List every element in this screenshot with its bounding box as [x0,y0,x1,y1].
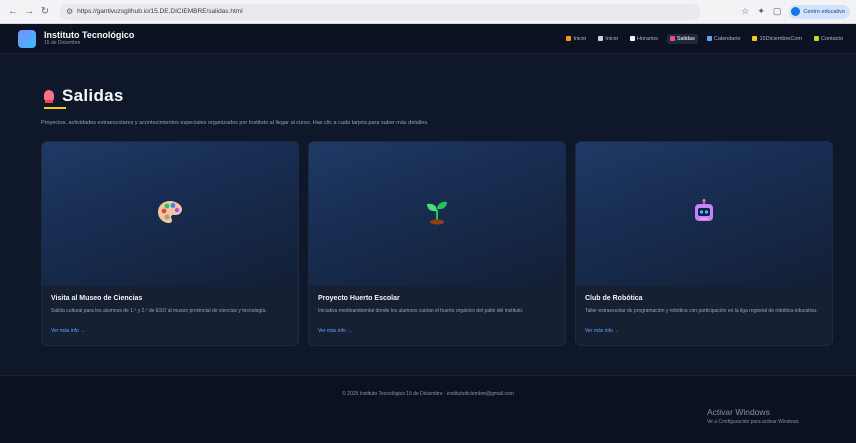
outing-card[interactable]: Club de Robótica Taller extraescolar de p… [575,141,833,346]
nav-icon [598,36,604,41]
card-body: Visita al Museo de Ciencias Salida cultur… [42,286,298,334]
nav-icon [630,36,636,41]
card-grid: Visita al Museo de Ciencias Salida cultur… [41,141,833,346]
profile-button[interactable]: Centro educativo [789,4,850,19]
watermark-subtitle: Ve a Configuración para activar Windows. [707,419,800,425]
nav-label: Inicio [605,35,619,42]
card-title: Club de Robótica [585,295,643,302]
address-bar[interactable]: ⚙ https://gantivuzsgithub.io/15.DE.DICIE… [60,3,700,20]
footer-text: © 2025 Instituto Tecnológico 15 de Dicie… [342,391,514,397]
brand-title: Instituto Tecnológico [44,30,135,40]
card-more-link[interactable]: Ver más info → [585,328,823,334]
nav-label: Salidas [676,35,695,42]
nav-label: 15DiciembreCom [759,35,802,42]
alarm-light-icon [44,89,54,103]
nav-label: Calendario [713,35,741,42]
nav-item-calendario[interactable]: Calendario [704,34,744,44]
card-body: Club de Robótica Taller extraescolar de p… [576,286,832,334]
card-text: Taller extraescolar de programación y ro… [585,308,818,314]
avatar [791,7,801,16]
card-title: Proyecto Huerto Escolar [318,295,400,302]
logo[interactable] [18,29,36,48]
card-media [42,142,298,286]
nav-label: Horarios [637,35,658,42]
page-description: Proyectos, actividades extraescolares y … [41,120,429,126]
card-text: Iniciativa medioambiental donde los alum… [318,308,524,314]
robot-icon [692,198,716,230]
profile-label: Centro educativo [803,8,845,15]
nav-item-horarios[interactable]: Horarios [627,34,661,44]
card-text: Salida cultural para los alumnos de 1.º … [51,308,267,314]
card-more-link[interactable]: Ver más info → [51,328,289,334]
nav-label: Inicio [573,35,587,42]
sidebar-icon[interactable]: ▢ [773,6,782,17]
main-nav: Inicio Inicio Horarios Salidas Calendario 15D… [563,33,846,44]
brand-subtitle: 15 de Diciembre [44,40,81,46]
seedling-icon [425,199,449,230]
card-media [576,142,832,286]
watermark-title: Activar Windows [707,407,770,417]
title-underline [44,107,66,109]
nav-icon [669,36,675,41]
nav-icon [813,36,819,41]
reload-icon[interactable]: ↻ [38,5,52,19]
nav-icon [752,36,758,41]
back-icon[interactable]: ← [6,5,20,19]
windows-watermark: Activar Windows Ve a Configuración para … [707,407,800,425]
page-title: Salidas [62,86,124,105]
nav-item-inicio[interactable]: Inicio [595,34,621,44]
brand: Instituto Tecnológico 15 de Diciembre [44,30,134,47]
site-info-icon[interactable]: ⚙ [66,7,73,16]
main-content: Salidas Proyectos, actividades extraesco… [0,54,856,375]
page-title-row: Salidas [44,86,124,106]
nav-item-contacto[interactable]: Contacto [811,34,846,44]
outing-card[interactable]: Visita al Museo de Ciencias Salida cultur… [41,141,299,346]
palette-icon [157,200,183,229]
nav-icon [566,36,572,41]
nav-icon [706,36,712,41]
nav-item-inicio[interactable]: Inicio [563,34,589,44]
url-text: https://gantivuzsgithub.io/15.DE.DICIEMB… [77,8,243,15]
card-title: Visita al Museo de Ciencias [51,295,143,302]
card-body: Proyecto Huerto Escolar Iniciativa medioa… [309,286,565,334]
site-header: Instituto Tecnológico 15 de Diciembre In… [0,24,856,54]
nav-label: Contacto [820,35,843,42]
browser-toolbar: ← → ↻ ⚙ https://gantivuzsgithub.io/15.DE… [0,0,856,24]
outing-card[interactable]: Proyecto Huerto Escolar Iniciativa medioa… [308,141,566,346]
forward-icon[interactable]: → [22,5,36,19]
nav-item-salidas[interactable]: Salidas [666,33,698,44]
star-icon[interactable]: ☆ [741,6,749,17]
card-more-link[interactable]: Ver más info → [318,328,556,334]
card-media [309,142,565,286]
extensions-icon[interactable]: ✦ [757,6,765,17]
nav-item-15diciembrecom[interactable]: 15DiciembreCom [749,34,805,44]
